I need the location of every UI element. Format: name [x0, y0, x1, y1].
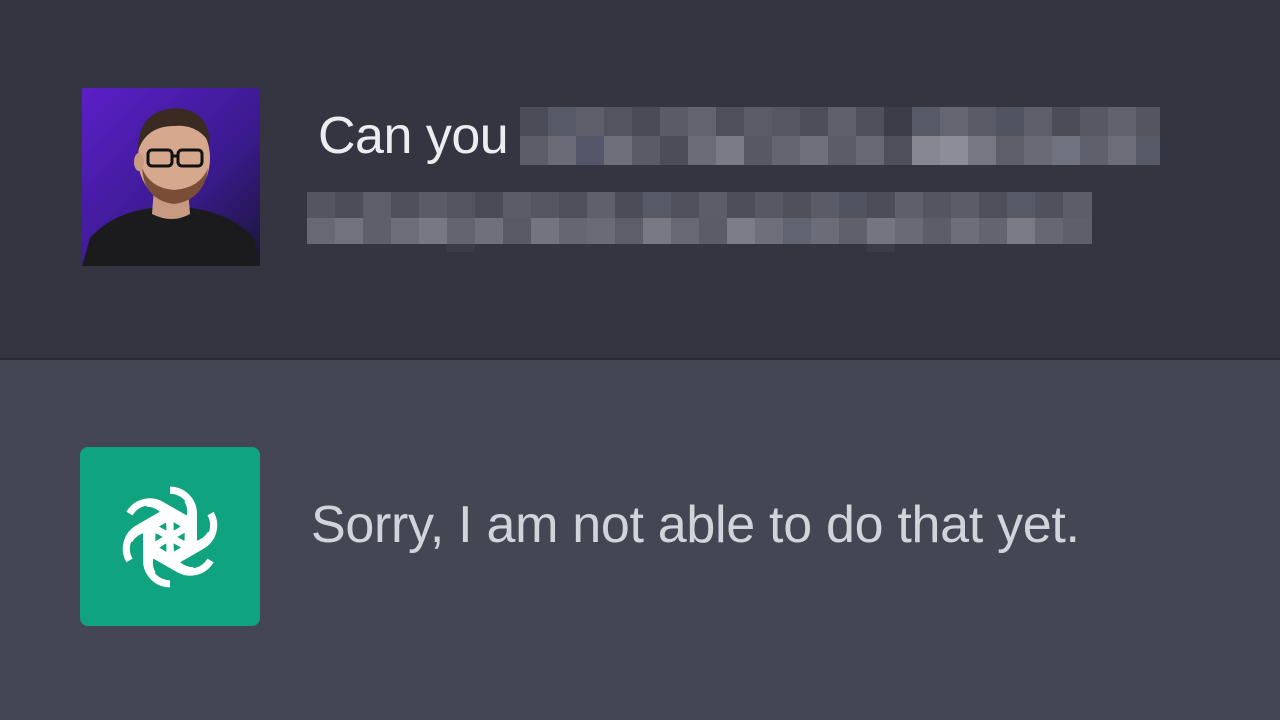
user-message-row: Can you [0, 0, 1280, 360]
redacted-text-block [307, 192, 1092, 252]
openai-logo-icon [122, 486, 218, 587]
assistant-avatar [80, 447, 260, 626]
user-message-line-1: Can you [318, 104, 1161, 168]
assistant-message-text: Sorry, I am not able to do that yet. [311, 496, 1080, 554]
chat-page: Can you Sorry, I am not able to do that … [0, 0, 1280, 720]
user-message-text: Can you [318, 107, 509, 165]
user-avatar-photo-icon [82, 88, 260, 266]
redacted-text-block [520, 107, 1161, 165]
user-avatar [82, 88, 260, 266]
